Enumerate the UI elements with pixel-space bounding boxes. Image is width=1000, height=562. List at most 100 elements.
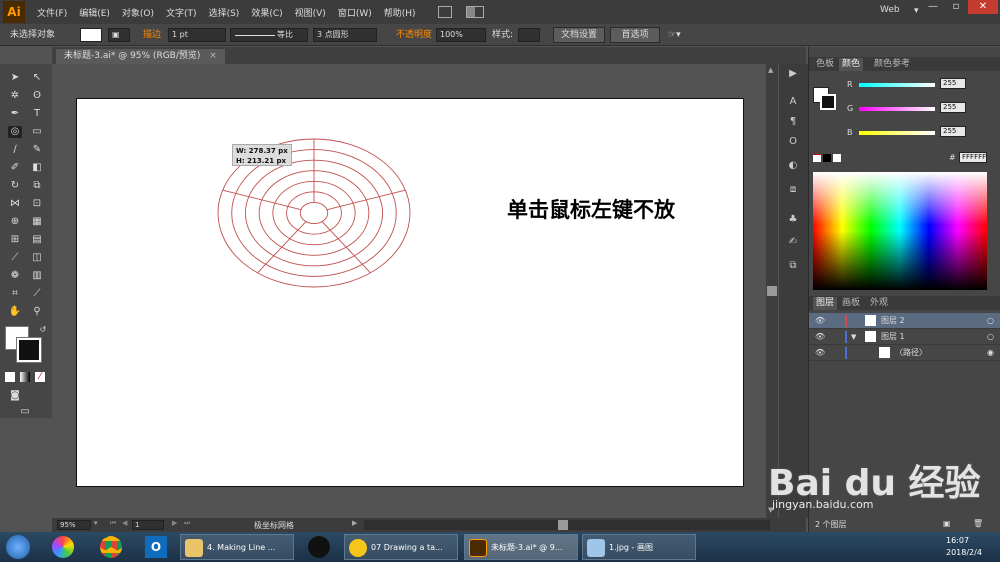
tab-swatches[interactable]: 色板: [813, 58, 837, 71]
symbol-sprayer-tool-icon[interactable]: ❁: [8, 270, 22, 282]
delete-layer-icon[interactable]: 🗑: [973, 519, 983, 528]
expand-arrow-icon[interactable]: ▼: [851, 329, 856, 345]
gradient-mode-icon[interactable]: [20, 372, 30, 382]
black-swatch[interactable]: [823, 154, 831, 162]
r-value[interactable]: 255: [940, 78, 966, 89]
type-tool-icon[interactable]: T: [30, 108, 44, 120]
zoom-field[interactable]: 95%: [57, 520, 91, 530]
graphic-style-picker[interactable]: [518, 28, 540, 42]
artboard-tool-icon[interactable]: ⌗: [8, 288, 22, 300]
next-page-icon[interactable]: ▶: [172, 519, 177, 527]
layer-row[interactable]: 👁 〈路径〉 ◉: [809, 345, 1000, 361]
draw-mode-icon[interactable]: ◙: [8, 390, 22, 402]
taskbar-illustrator[interactable]: 未标题-3.ai* @ 9...: [464, 534, 578, 560]
menu-select[interactable]: 选择(S): [209, 6, 240, 19]
tab-appearance[interactable]: 外观: [867, 297, 891, 310]
lasso-tool-icon[interactable]: ʘ: [30, 90, 44, 102]
paintbrush-tool-icon[interactable]: ∕: [8, 144, 22, 156]
layer-name[interactable]: 图层 2: [881, 313, 905, 329]
horizontal-scrollbar[interactable]: [364, 520, 770, 530]
status-menu-icon[interactable]: ▶: [352, 519, 357, 527]
variable-width-profile[interactable]: 等比: [230, 28, 308, 42]
eye-icon[interactable]: 👁: [815, 345, 825, 361]
play-actions-icon[interactable]: ▶: [786, 68, 800, 80]
taskbar-paint[interactable]: 1.jpg - 画图: [582, 534, 696, 560]
polar-grid-tool-icon[interactable]: ◎: [8, 126, 22, 138]
app-launcher-icon[interactable]: [52, 536, 74, 558]
slice-tool-icon[interactable]: ⟋: [30, 288, 44, 300]
close-icon[interactable]: ×: [209, 51, 217, 61]
tab-layers[interactable]: 图层: [813, 297, 838, 310]
perspective-grid-tool-icon[interactable]: ▦: [30, 216, 44, 228]
pen-tool-icon[interactable]: ✒: [8, 108, 22, 120]
none-mode-icon[interactable]: ⁄: [35, 372, 45, 382]
layer-name[interactable]: 图层 1: [881, 329, 905, 345]
hand-tool-icon[interactable]: ✋: [8, 306, 22, 318]
hscroll-thumb[interactable]: [558, 520, 568, 530]
g-slider[interactable]: [859, 107, 935, 111]
bridge-icon[interactable]: [437, 6, 452, 18]
taskbar-folder[interactable]: 4. Making Line ...: [180, 534, 294, 560]
opacity-field[interactable]: 100%: [436, 28, 486, 42]
magic-wand-tool-icon[interactable]: ✲: [8, 90, 22, 102]
arrange-documents-icon[interactable]: [465, 6, 484, 18]
target-icon[interactable]: ○: [987, 313, 994, 329]
layer-row[interactable]: 👁 ▼ 图层 1 ○: [809, 329, 1000, 345]
first-page-icon[interactable]: ⏮: [110, 519, 116, 528]
eyedropper-tool-icon[interactable]: ⟋: [8, 252, 22, 264]
free-transform-tool-icon[interactable]: ⊡: [30, 198, 44, 210]
panel-stroke-swatch[interactable]: [820, 94, 836, 110]
maximize-button[interactable]: ▫: [945, 0, 967, 14]
tab-color-guide[interactable]: 颜色参考: [871, 58, 913, 71]
close-button[interactable]: ✕: [968, 0, 998, 14]
character-icon[interactable]: A: [786, 96, 800, 108]
eye-icon[interactable]: 👁: [815, 313, 825, 329]
b-value[interactable]: 255: [940, 126, 966, 137]
g-value[interactable]: 255: [940, 102, 966, 113]
color-mode-icon[interactable]: [5, 372, 15, 382]
artboard[interactable]: W: 278.37 px H: 213.21 px 单击鼠标左键不放: [76, 98, 744, 487]
menu-window[interactable]: 窗口(W): [338, 6, 372, 19]
tab-color[interactable]: 颜色: [839, 58, 864, 71]
layer-row[interactable]: 👁 图层 2 ○: [809, 313, 1000, 329]
taskbar-media[interactable]: 07 Drawing a ta...: [344, 534, 458, 560]
preferences-button[interactable]: 首选项: [610, 27, 660, 43]
prev-page-icon[interactable]: ◀: [122, 519, 127, 527]
scale-tool-icon[interactable]: ⧉: [30, 180, 44, 192]
chrome-icon[interactable]: [100, 536, 122, 558]
stroke-swatch[interactable]: [16, 337, 42, 363]
panel-menu-icon[interactable]: ☞▾: [668, 28, 681, 42]
stroke-weight-field[interactable]: 1 pt: [168, 28, 226, 42]
vertical-scrollbar[interactable]: ▲ ▼: [766, 64, 778, 518]
b-slider[interactable]: [859, 131, 935, 135]
qq-icon[interactable]: [308, 536, 330, 558]
symbols-icon[interactable]: ♣: [786, 214, 800, 226]
menu-type[interactable]: 文字(T): [166, 6, 197, 19]
graph-tool-icon[interactable]: ▥: [30, 270, 44, 282]
blend-tool-icon[interactable]: ◫: [30, 252, 44, 264]
document-tab[interactable]: 未标题-3.ai* @ 95% (RGB/预览) ×: [56, 49, 225, 64]
brush-definition[interactable]: 3 点圆形: [313, 28, 377, 42]
paragraph-icon[interactable]: ¶: [786, 116, 800, 128]
polar-grid[interactable]: [77, 99, 745, 488]
scroll-up-icon[interactable]: ▲: [768, 66, 773, 74]
color-spectrum[interactable]: [813, 172, 987, 290]
menu-object[interactable]: 对象(O): [122, 6, 154, 19]
page-field[interactable]: 1: [132, 520, 164, 530]
new-layer-icon[interactable]: ▣: [943, 519, 951, 528]
opacity-label[interactable]: 不透明度: [396, 28, 432, 42]
zoom-dropdown-icon[interactable]: ▾: [94, 519, 98, 527]
outlook-icon[interactable]: O: [145, 536, 167, 558]
chevron-down-icon[interactable]: ▾: [914, 6, 919, 16]
r-slider[interactable]: [859, 83, 935, 87]
shape-builder-tool-icon[interactable]: ⊕: [8, 216, 22, 228]
blob-brush-tool-icon[interactable]: ✐: [8, 162, 22, 174]
transparency-icon[interactable]: ◐: [786, 160, 800, 172]
document-setup-button[interactable]: 文档设置: [553, 27, 605, 43]
workspace-switcher[interactable]: Web: [880, 5, 900, 15]
canvas-area[interactable]: W: 278.37 px H: 213.21 px 单击鼠标左键不放: [52, 64, 766, 518]
gradient-tool-icon[interactable]: ▤: [30, 234, 44, 246]
zoom-tool-icon[interactable]: ⚲: [30, 306, 44, 318]
white-swatch[interactable]: [833, 154, 841, 162]
fill-color-picker[interactable]: [80, 28, 102, 42]
